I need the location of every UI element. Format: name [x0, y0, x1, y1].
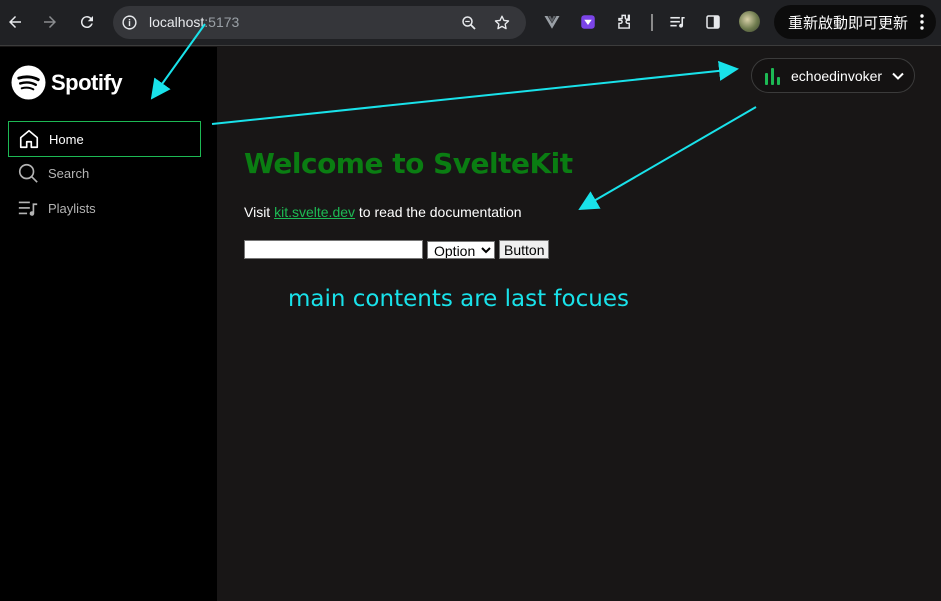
vue-devtools-extension[interactable]: [541, 11, 563, 33]
form-row: Option Button: [244, 240, 550, 259]
option-select[interactable]: Option: [427, 240, 495, 259]
toolbar-divider: [651, 14, 653, 31]
queue-music-icon: [669, 16, 685, 28]
arrow-right-icon: [44, 16, 56, 28]
profile-avatar[interactable]: [739, 11, 760, 32]
chevron-down-icon: [892, 72, 904, 80]
sidebar-item-search[interactable]: Search: [8, 155, 201, 191]
spotify-icon: [11, 65, 46, 100]
more-vert-icon: [920, 14, 924, 30]
url-port: :5173: [204, 14, 240, 30]
search-icon: [18, 163, 38, 183]
visit-paragraph: Visit kit.svelte.dev to read the documen…: [244, 204, 522, 220]
vue-icon: [544, 16, 560, 29]
purple-extension[interactable]: [577, 11, 599, 33]
side-panel-icon: [706, 15, 720, 29]
visit-suffix: to read the documentation: [355, 204, 522, 220]
main-content: echoedinvoker Welcome to SvelteKit Visit…: [217, 47, 941, 601]
url-host: localhost: [149, 14, 205, 30]
main-button[interactable]: Button: [499, 240, 550, 259]
site-info-icon[interactable]: [121, 14, 138, 31]
media-control-button[interactable]: [666, 11, 688, 33]
sidebar-item-label: Home: [49, 131, 84, 147]
home-icon: [19, 129, 39, 149]
sidebar-item-label: Playlists: [48, 200, 96, 216]
puzzle-icon: [617, 14, 630, 29]
url-text[interactable]: localhost:5173: [149, 14, 239, 30]
sidebar: Spotify Home Search Playlists: [0, 47, 217, 601]
side-panel-button[interactable]: [702, 11, 724, 33]
sidebar-item-home[interactable]: Home: [8, 121, 201, 157]
update-button[interactable]: 重新啟動即可更新: [774, 5, 936, 39]
zoom-icon[interactable]: [460, 14, 478, 32]
username: echoedinvoker: [791, 67, 883, 84]
playlists-icon: [18, 201, 38, 216]
page-title: Welcome to SvelteKit: [244, 147, 573, 180]
user-menu-button[interactable]: echoedinvoker: [751, 58, 915, 93]
reload-button[interactable]: [74, 9, 100, 35]
browser-toolbar: localhost:5173 重新啟動即可更新: [0, 0, 941, 46]
sidebar-item-label: Search: [48, 165, 90, 181]
reload-icon: [80, 16, 93, 29]
forward-button[interactable]: [37, 9, 63, 35]
visit-prefix: Visit: [244, 204, 275, 220]
extensions-button[interactable]: [613, 11, 635, 33]
text-input[interactable]: [244, 240, 423, 259]
annotation-text: main contents are last focues: [288, 286, 629, 312]
bookmark-star-icon[interactable]: [493, 14, 511, 32]
docs-link[interactable]: kit.svelte.dev: [274, 204, 355, 220]
update-label: 重新啟動即可更新: [788, 13, 909, 32]
user-bars-icon: [765, 67, 780, 85]
address-bar[interactable]: localhost:5173: [113, 6, 526, 39]
spotify-logo[interactable]: Spotify: [11, 65, 123, 100]
back-button[interactable]: [2, 9, 28, 35]
brand-name: Spotify: [51, 69, 123, 95]
extension-badge-icon: [581, 15, 595, 29]
sidebar-item-playlists[interactable]: Playlists: [8, 190, 201, 226]
arrow-left-icon: [9, 16, 21, 28]
